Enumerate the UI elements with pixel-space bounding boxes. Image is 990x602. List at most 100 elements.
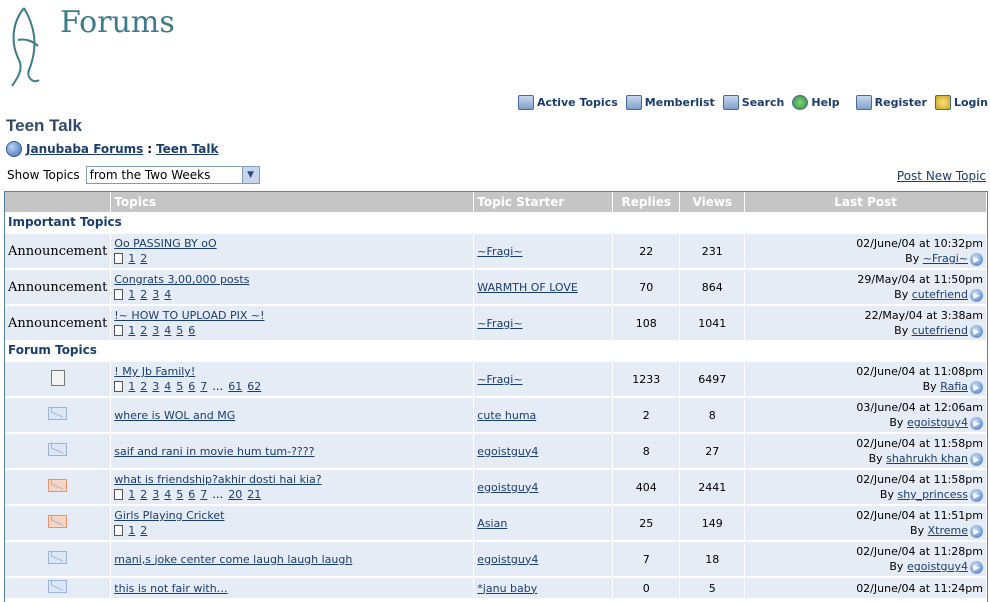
go-to-last-post-icon[interactable]: ▶: [970, 380, 983, 394]
page-link[interactable]: 2: [140, 252, 147, 265]
topic-starter-link[interactable]: egoistguy4: [477, 481, 538, 494]
page-link[interactable]: 1: [128, 524, 135, 537]
page-link[interactable]: 1: [128, 324, 135, 337]
page-link[interactable]: 2: [140, 324, 147, 337]
header-views[interactable]: Views: [679, 192, 746, 212]
views-count: 6497: [679, 360, 746, 397]
topic-link[interactable]: Oo PASSING BY oO: [114, 237, 216, 250]
go-to-last-post-icon[interactable]: ▶: [970, 324, 983, 338]
topic-link[interactable]: ! My Jb Family!: [114, 365, 195, 378]
page-link[interactable]: 4: [164, 324, 171, 337]
topic-starter-link[interactable]: egoistguy4: [477, 445, 538, 458]
chevron-down-icon[interactable]: ▼: [241, 167, 259, 183]
last-post-date: 03/June/04 at 12:06am: [856, 401, 983, 414]
last-post-user-link[interactable]: Xtreme: [928, 524, 968, 537]
last-post-user-link[interactable]: Rafia: [940, 380, 968, 393]
topic-period-select[interactable]: from the Two Weeks ▼: [85, 166, 260, 184]
topic-link[interactable]: mani,s joke center come laugh laugh laug…: [114, 553, 352, 566]
last-post-date: 02/June/04 at 11:58pm: [856, 473, 983, 486]
page-link[interactable]: 6: [188, 380, 195, 393]
views-count: 5: [679, 576, 746, 598]
page-link[interactable]: 2: [140, 288, 147, 301]
go-to-last-post-icon[interactable]: ▶: [970, 452, 983, 466]
last-post-user-link[interactable]: cutefriend: [912, 288, 968, 301]
page-link[interactable]: 2: [140, 380, 147, 393]
topic-starter-link[interactable]: Asian: [477, 517, 507, 530]
topic-link[interactable]: Congrats 3,00,000 posts: [114, 273, 249, 286]
topic-link[interactable]: where is WOL and MG: [114, 409, 235, 422]
page-link[interactable]: 1: [128, 288, 135, 301]
last-post-user-link[interactable]: egoistguy4: [907, 416, 968, 429]
go-to-last-post-icon[interactable]: ▶: [970, 560, 983, 574]
help-icon: [792, 95, 809, 110]
topic-starter-link[interactable]: WARMTH OF LOVE: [477, 281, 578, 294]
header-topics[interactable]: Topics: [110, 192, 475, 212]
page-link[interactable]: 4: [164, 488, 171, 501]
go-to-last-post-icon[interactable]: ▶: [970, 252, 983, 266]
page-link[interactable]: 6: [188, 324, 195, 337]
page-link[interactable]: 4: [164, 380, 171, 393]
topic-link[interactable]: saif and rani in movie hum tum-????: [114, 445, 314, 458]
topic-link[interactable]: !~ HOW TO UPLOAD PIX ~!: [114, 309, 264, 322]
header-topic-starter[interactable]: Topic Starter: [473, 192, 614, 212]
nav-label: Help: [811, 96, 840, 109]
go-to-last-post-icon[interactable]: ▶: [970, 288, 983, 302]
header-replies[interactable]: Replies: [612, 192, 681, 212]
views-count: 864: [679, 268, 746, 305]
topic-starter-link[interactable]: *janu baby: [477, 582, 537, 595]
page-link[interactable]: 61: [228, 380, 242, 393]
page-link[interactable]: 5: [176, 324, 183, 337]
page-link[interactable]: 21: [247, 488, 261, 501]
page-link[interactable]: 1: [128, 488, 135, 501]
nav-active-topics[interactable]: Active Topics: [517, 95, 618, 110]
header-icon-column: [5, 192, 112, 212]
topic-link[interactable]: this is not fair with…: [114, 582, 227, 595]
page-link[interactable]: 6: [188, 488, 195, 501]
go-to-last-post-icon[interactable]: ▶: [970, 488, 983, 502]
topic-starter-link[interactable]: egoistguy4: [477, 553, 538, 566]
page-link[interactable]: 3: [152, 288, 159, 301]
page-link[interactable]: 3: [152, 380, 159, 393]
page-link[interactable]: 1: [128, 252, 135, 265]
topic-starter-link[interactable]: cute huma: [477, 409, 536, 422]
nav-search[interactable]: Search: [722, 95, 784, 110]
last-post-user-link[interactable]: ~Fragi~: [923, 252, 968, 265]
last-post-user-link[interactable]: cutefriend: [912, 324, 968, 337]
last-post-user-link[interactable]: egoistguy4: [907, 560, 968, 573]
topic-starter-link[interactable]: ~Fragi~: [477, 317, 522, 330]
page-link[interactable]: 3: [152, 324, 159, 337]
topic-link[interactable]: what is friendship?akhir dosti hai kia?: [114, 473, 321, 486]
page-link[interactable]: 2: [140, 488, 147, 501]
page-link[interactable]: 5: [176, 488, 183, 501]
page-link[interactable]: 5: [176, 380, 183, 393]
page-link[interactable]: 1: [128, 380, 135, 393]
breadcrumb-current-link[interactable]: Teen Talk: [156, 142, 218, 156]
go-to-last-post-icon[interactable]: ▶: [970, 524, 983, 538]
page-link[interactable]: 7: [200, 488, 207, 501]
last-post: 22/May/04 at 3:38am By cutefriend ▶: [744, 304, 987, 340]
nav-register[interactable]: Register: [855, 95, 927, 110]
nav-memberlist[interactable]: Memberlist: [625, 95, 715, 110]
topic-status-cell: [5, 396, 112, 433]
announcement-label: Announcement: [5, 268, 112, 305]
page-link[interactable]: 7: [200, 380, 207, 393]
topic-link[interactable]: Girls Playing Cricket: [114, 509, 224, 522]
nav-login[interactable]: Login: [934, 95, 988, 110]
last-post-user-link[interactable]: shy_princess: [897, 488, 968, 501]
page-link[interactable]: 20: [228, 488, 242, 501]
page-link[interactable]: 2: [140, 524, 147, 537]
page-link[interactable]: 3: [152, 488, 159, 501]
page-link[interactable]: 62: [247, 380, 261, 393]
post-new-topic-link[interactable]: Post New Topic: [897, 169, 986, 183]
last-post-user-link[interactable]: shahrukh khan: [886, 452, 968, 465]
page-links: 12: [114, 252, 470, 265]
topic-starter-link[interactable]: ~Fragi~: [477, 373, 522, 386]
last-post: 02/June/04 at 11:24pm: [744, 576, 987, 598]
topic-starter-link[interactable]: ~Fragi~: [477, 245, 522, 258]
breadcrumb-root-link[interactable]: Janubaba Forums: [26, 142, 143, 156]
replies-count: 70: [612, 268, 681, 305]
page-link[interactable]: 4: [164, 288, 171, 301]
nav-help[interactable]: Help: [792, 95, 840, 110]
header-last-post[interactable]: Last Post: [744, 192, 987, 212]
go-to-last-post-icon[interactable]: ▶: [970, 416, 983, 430]
